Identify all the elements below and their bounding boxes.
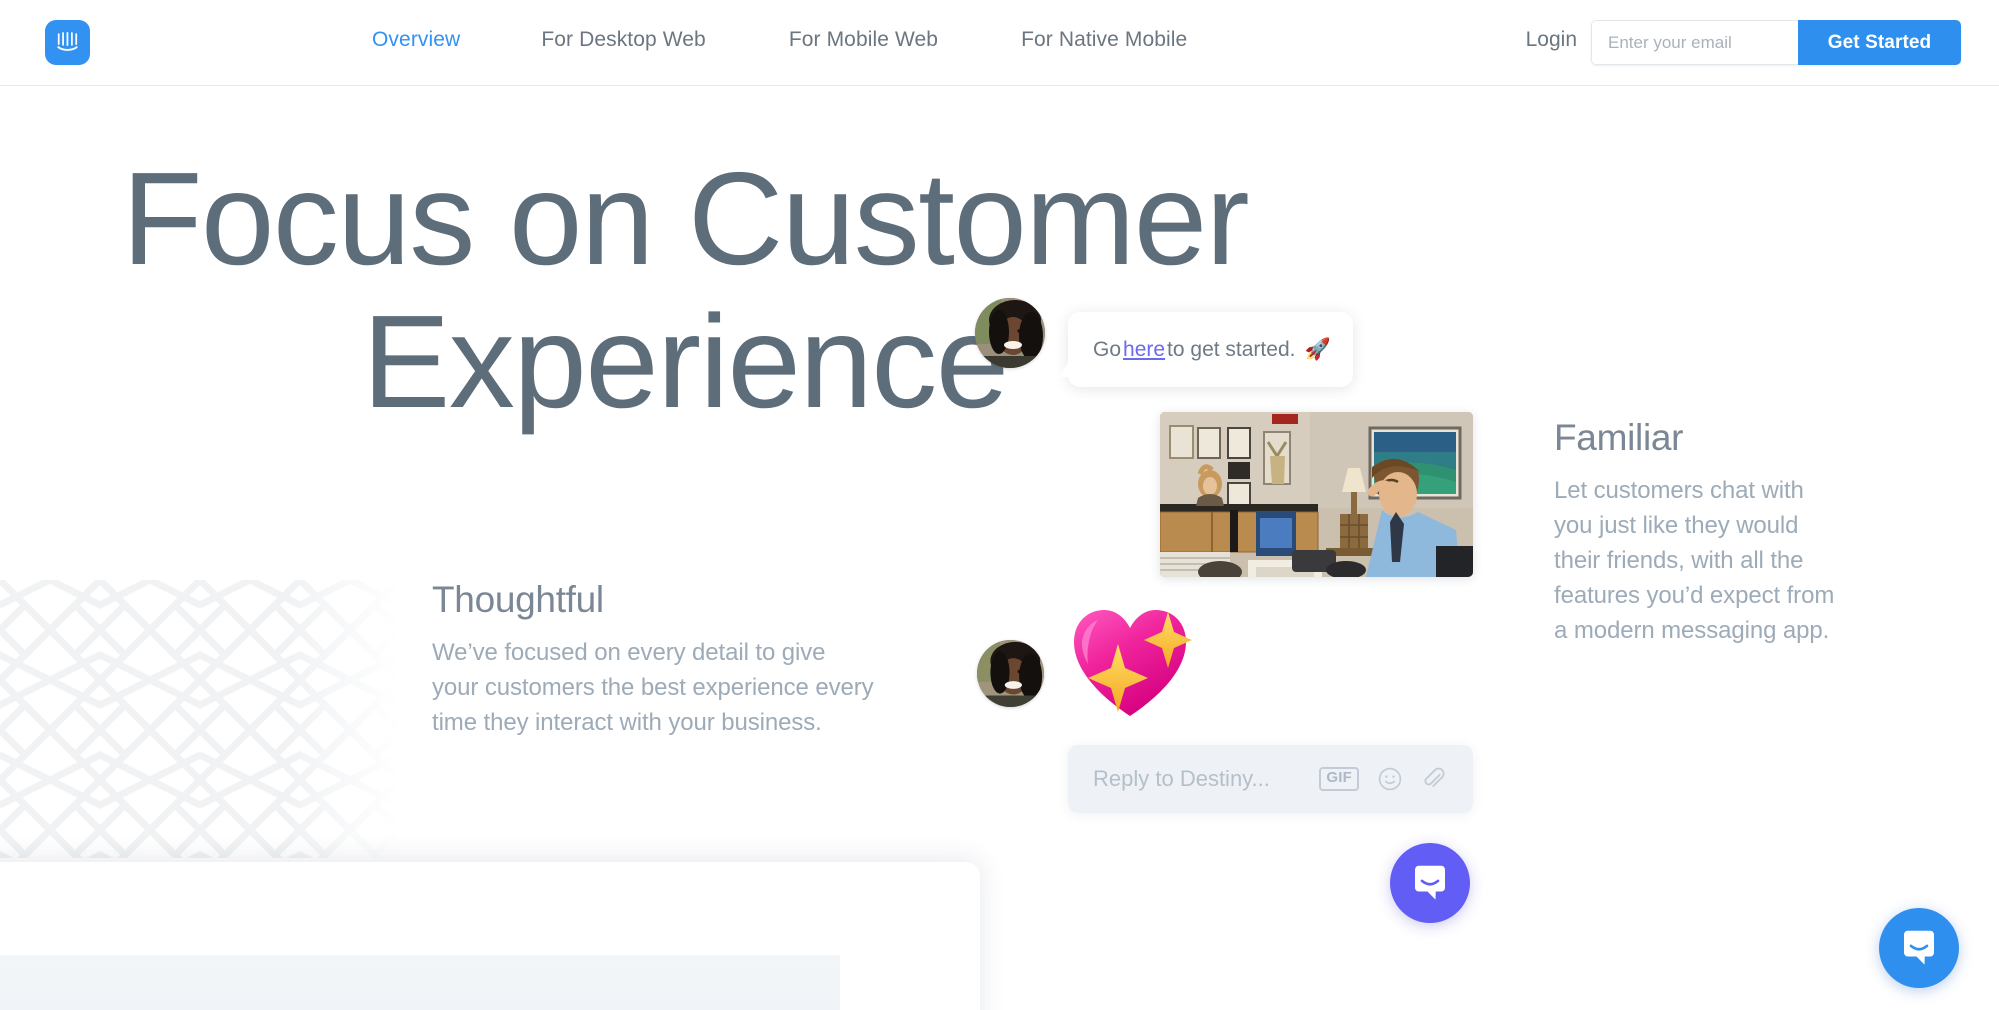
feature-familiar-body: Let customers chat with you just like th… <box>1554 477 1835 644</box>
diamond-lattice-pattern <box>0 580 400 858</box>
site-header: Overview For Desktop Web For Mobile Web … <box>0 0 1999 86</box>
email-input[interactable] <box>1591 20 1798 65</box>
bubble-here-link[interactable]: here <box>1123 338 1165 362</box>
get-started-button[interactable]: Get Started <box>1798 20 1961 65</box>
feature-thoughtful-title: Thoughtful <box>432 579 604 620</box>
nav-item-for-native-mobile[interactable]: For Native Mobile <box>1021 28 1187 52</box>
intercom-site-launcher[interactable] <box>1879 908 1959 988</box>
page-root: Overview For Desktop Web For Mobile Web … <box>0 0 1999 1010</box>
feature-familiar-title: Familiar <box>1554 417 1684 458</box>
message-composer[interactable]: Reply to Destiny... GIF <box>1068 745 1473 813</box>
nav-item-for-mobile-web[interactable]: For Mobile Web <box>789 28 938 52</box>
hero-line-1: Focus on Customer <box>121 145 1250 292</box>
bubble-text-before: Go <box>1093 337 1122 361</box>
login-link[interactable]: Login <box>1526 28 1577 52</box>
office-gif-attachment[interactable] <box>1160 412 1473 577</box>
nav-item-overview[interactable]: Overview <box>372 28 460 52</box>
bubble-text-after: to get started. <box>1167 337 1296 361</box>
feature-thoughtful-body: We’ve focused on every detail to give yo… <box>432 639 874 736</box>
gif-icon[interactable]: GIF <box>1319 767 1359 791</box>
feature-thoughtful: Thoughtful We’ve focused on every detail… <box>432 578 877 741</box>
chat-bubble-message: Go here to get started. 🚀 <box>1059 312 1353 387</box>
nav-item-for-desktop-web[interactable]: For Desktop Web <box>541 28 706 52</box>
product-screenshot-panel <box>0 955 840 1010</box>
primary-nav: Overview For Desktop Web For Mobile Web … <box>372 28 1187 52</box>
signup-form: Get Started <box>1591 20 1961 65</box>
agent-avatar <box>975 298 1045 368</box>
intercom-messenger-launcher[interactable] <box>1390 843 1470 923</box>
composer-actions: GIF <box>1319 766 1447 792</box>
agent-avatar <box>977 640 1044 707</box>
composer-placeholder: Reply to Destiny... <box>1093 766 1270 791</box>
intercom-logo-icon[interactable] <box>45 20 90 65</box>
emoji-smiley-icon[interactable] <box>1377 766 1403 792</box>
paperclip-icon[interactable] <box>1421 766 1447 792</box>
feature-familiar: Familiar Let customers chat with you jus… <box>1554 416 1839 648</box>
product-screenshot-card <box>0 862 980 1010</box>
page-title: Focus on Customer Experience <box>0 145 1370 433</box>
sparkling-heart-emoji <box>1068 600 1193 725</box>
rocket-emoji: 🚀 <box>1304 337 1331 361</box>
